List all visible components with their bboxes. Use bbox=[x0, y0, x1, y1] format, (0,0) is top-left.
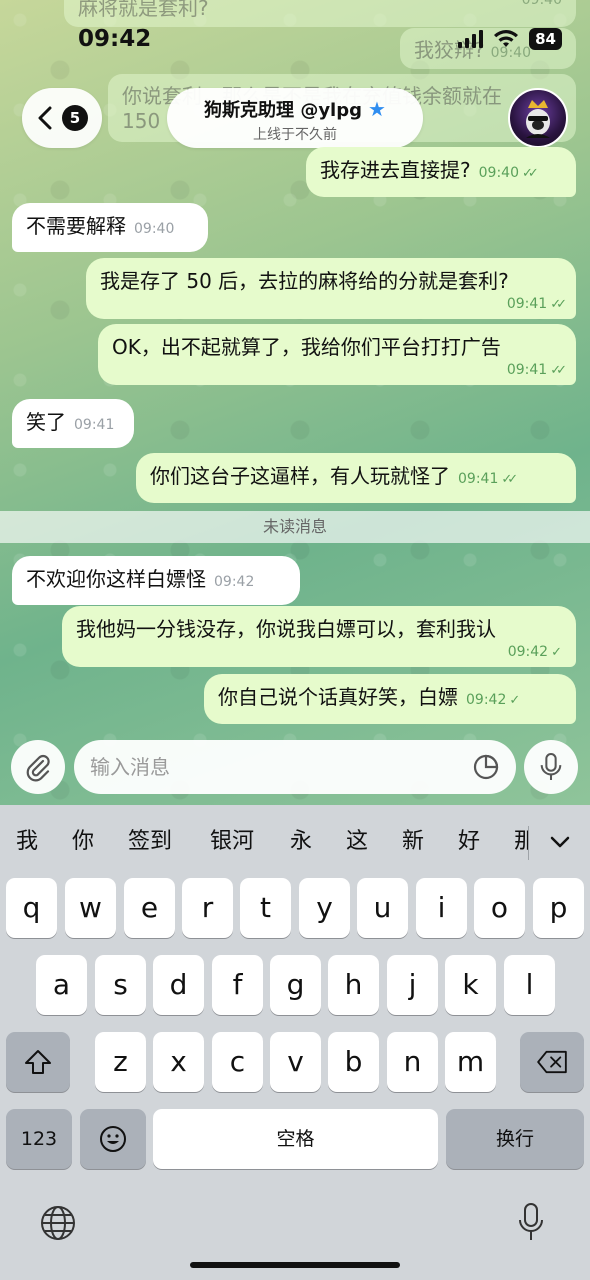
check-icon: ✓ bbox=[551, 645, 562, 660]
emoji-key[interactable] bbox=[80, 1109, 146, 1169]
outgoing-message[interactable]: 你自己说个话真好笑，白嫖 09:42 ✓ bbox=[204, 674, 576, 724]
key-m[interactable]: m bbox=[445, 1032, 496, 1092]
suggestion-item[interactable]: 签到 bbox=[128, 820, 172, 864]
outgoing-message[interactable]: 你们这台子这逼样，有人玩就怪了 09:41 ✓✓ bbox=[136, 453, 576, 503]
key-e[interactable]: e bbox=[124, 878, 175, 938]
key-j[interactable]: j bbox=[387, 955, 438, 1015]
outgoing-message[interactable]: 我他妈一分钱没存，你说我白嫖可以，套利我认 09:42 ✓ bbox=[62, 606, 576, 667]
divider bbox=[528, 826, 529, 860]
back-button[interactable]: 5 bbox=[22, 88, 102, 148]
key-o[interactable]: o bbox=[474, 878, 525, 938]
key-h[interactable]: h bbox=[328, 955, 379, 1015]
key-l[interactable]: l bbox=[504, 955, 555, 1015]
suggestion-item[interactable]: 新 bbox=[402, 820, 424, 864]
key-v[interactable]: v bbox=[270, 1032, 321, 1092]
suggestion-item[interactable]: 好 bbox=[458, 820, 480, 864]
key-x[interactable]: x bbox=[153, 1032, 204, 1092]
key-w[interactable]: w bbox=[65, 878, 116, 938]
double-check-icon: ✓✓ bbox=[550, 297, 567, 312]
star-badge-icon: ★ bbox=[368, 97, 386, 121]
dictation-icon[interactable] bbox=[516, 1200, 546, 1244]
key-i[interactable]: i bbox=[416, 878, 467, 938]
backspace-key[interactable] bbox=[520, 1032, 584, 1092]
key-s[interactable]: s bbox=[95, 955, 146, 1015]
double-check-icon: ✓✓ bbox=[550, 363, 567, 378]
key-u[interactable]: u bbox=[357, 878, 408, 938]
avatar[interactable] bbox=[508, 88, 568, 148]
contact-name: 狗斯克助理 @ylpg bbox=[204, 100, 362, 121]
message-input[interactable] bbox=[90, 755, 450, 779]
backspace-icon bbox=[537, 1050, 567, 1074]
key-t[interactable]: t bbox=[240, 878, 291, 938]
attach-button[interactable] bbox=[11, 740, 65, 794]
suggestion-item[interactable]: 银河 bbox=[210, 820, 254, 864]
chevron-down-icon[interactable] bbox=[544, 826, 576, 858]
key-q[interactable]: q bbox=[6, 878, 57, 938]
outgoing-message[interactable]: OK，出不起就算了，我给你们平台打打广告 09:41 ✓✓ bbox=[98, 324, 576, 385]
unread-count-badge: 5 bbox=[62, 105, 88, 131]
signal-icon bbox=[458, 30, 484, 48]
suggestion-item[interactable]: 那 bbox=[514, 820, 528, 864]
incoming-message[interactable]: 不欢迎你这样白嫖怪 09:42 bbox=[12, 556, 300, 605]
key-a[interactable]: a bbox=[36, 955, 87, 1015]
suggestion-item[interactable]: 永 bbox=[290, 820, 312, 864]
suggestion-bar: 我 你 签到 银河 永 这 新 好 那 bbox=[0, 820, 590, 864]
status-icons: 84 bbox=[458, 28, 562, 50]
shift-key[interactable] bbox=[6, 1032, 70, 1092]
key-n[interactable]: n bbox=[387, 1032, 438, 1092]
outgoing-message[interactable]: 我是存了 50 后，去拉的麻将给的分就是套利? 09:41 ✓✓ bbox=[86, 258, 576, 319]
message-input-container[interactable] bbox=[74, 740, 516, 794]
unread-divider: 未读消息 bbox=[0, 511, 590, 543]
space-key[interactable]: 空格 bbox=[153, 1109, 438, 1169]
numbers-key[interactable]: 123 bbox=[6, 1109, 72, 1169]
outgoing-message[interactable]: 我存进去直接提? 09:40 ✓✓ bbox=[306, 147, 576, 197]
key-d[interactable]: d bbox=[153, 955, 204, 1015]
key-r[interactable]: r bbox=[182, 878, 233, 938]
return-key[interactable]: 换行 bbox=[446, 1109, 584, 1169]
emoji-icon bbox=[100, 1126, 126, 1152]
voice-record-button[interactable] bbox=[524, 740, 578, 794]
key-f[interactable]: f bbox=[212, 955, 263, 1015]
suggestion-item[interactable]: 这 bbox=[346, 820, 368, 864]
contact-status: 上线于不久前 bbox=[253, 127, 337, 143]
suggestion-item[interactable]: 我 bbox=[16, 820, 38, 864]
home-indicator bbox=[190, 1262, 400, 1268]
battery-indicator: 84 bbox=[529, 28, 562, 50]
paperclip-icon bbox=[26, 754, 50, 782]
status-time: 09:42 bbox=[78, 26, 152, 52]
key-b[interactable]: b bbox=[328, 1032, 379, 1092]
chevron-left-icon bbox=[38, 106, 52, 130]
microphone-icon bbox=[540, 752, 562, 780]
globe-icon[interactable] bbox=[38, 1203, 78, 1243]
double-check-icon: ✓✓ bbox=[521, 166, 539, 181]
avatar-image bbox=[526, 100, 550, 138]
key-c[interactable]: c bbox=[212, 1032, 263, 1092]
shift-icon bbox=[25, 1050, 51, 1074]
sticker-icon[interactable] bbox=[472, 753, 500, 781]
incoming-message[interactable]: 不需要解释 09:40 bbox=[12, 203, 208, 252]
key-k[interactable]: k bbox=[445, 955, 496, 1015]
key-g[interactable]: g bbox=[270, 955, 321, 1015]
double-check-icon: ✓✓ bbox=[501, 472, 518, 487]
chat-title[interactable]: 狗斯克助理 @ylpg ★ 上线于不久前 bbox=[167, 88, 423, 148]
incoming-message[interactable]: 笑了 09:41 bbox=[12, 399, 134, 448]
check-icon: ✓ bbox=[509, 693, 521, 708]
key-p[interactable]: p bbox=[533, 878, 584, 938]
key-y[interactable]: y bbox=[299, 878, 350, 938]
wifi-icon bbox=[494, 30, 519, 47]
ghost-message: 麻将就是套利? 09:40 bbox=[64, 0, 576, 27]
suggestion-item[interactable]: 你 bbox=[72, 820, 94, 864]
key-z[interactable]: z bbox=[95, 1032, 146, 1092]
